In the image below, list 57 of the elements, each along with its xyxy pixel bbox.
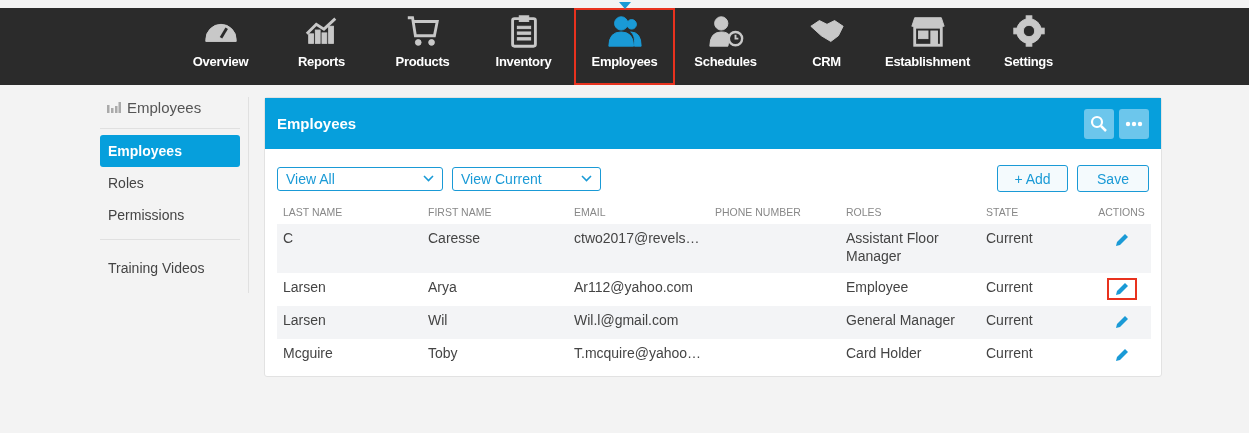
table-cell: ctwo2017@revels…: [574, 230, 700, 246]
table-cell: Employee: [846, 279, 909, 295]
table-cell: Arya: [428, 279, 457, 295]
pencil-icon: [1113, 281, 1130, 297]
table-cell: Toby: [428, 345, 458, 361]
table-cell: Wil.l@gmail.com: [574, 312, 679, 328]
table-cell: Mcguire: [283, 345, 333, 361]
column-header: LAST NAME: [283, 206, 343, 218]
table-cell: General Manager: [846, 312, 955, 328]
sidebar-item[interactable]: Permissions: [100, 199, 240, 231]
table-cell: Larsen: [283, 279, 326, 295]
table-cell: Assistant Floor Manager: [846, 230, 939, 264]
more-icon: [1125, 120, 1143, 127]
pencil-icon: [1113, 347, 1130, 363]
panel-title: Employees: [277, 115, 358, 132]
table-cell: Larsen: [283, 312, 326, 328]
nav-tab[interactable]: Reports: [271, 8, 372, 85]
chevron-down-icon: [581, 175, 592, 182]
table-cell: Current: [986, 345, 1033, 361]
people-icon: [605, 14, 644, 48]
nav-tab[interactable]: Inventory: [473, 8, 574, 85]
table-cell: Ar112@yahoo.com: [574, 279, 693, 295]
nav-tab[interactable]: Schedules: [675, 8, 776, 85]
column-header: ROLES: [846, 206, 882, 218]
more-button[interactable]: [1119, 108, 1149, 139]
bar-chart-icon: [107, 102, 121, 113]
column-header: ACTIONS: [1098, 206, 1145, 218]
nav-tab[interactable]: Employees: [574, 8, 675, 85]
search-icon: [1090, 114, 1108, 133]
pencil-icon: [1113, 232, 1130, 248]
table-cell: T.mcquire@yahoo…: [574, 345, 702, 361]
nav-tab[interactable]: Overview: [170, 8, 271, 85]
chevron-down-icon: [423, 175, 434, 182]
column-header: FIRST NAME: [428, 206, 492, 218]
table-cell: Caresse: [428, 230, 481, 246]
search-button[interactable]: [1084, 108, 1114, 139]
table-cell: Current: [986, 312, 1033, 328]
pencil-icon: [1113, 314, 1130, 330]
column-header: EMAIL: [574, 206, 606, 218]
sidebar-item[interactable]: Roles: [100, 167, 240, 199]
clock-icon: [706, 14, 745, 48]
store-icon: [908, 14, 947, 48]
column-header: PHONE NUMBER: [715, 206, 801, 218]
column-header: STATE: [986, 206, 1019, 218]
nav-tab[interactable]: Establishment: [877, 8, 978, 85]
sidebar-title: Employees: [127, 99, 202, 116]
table-cell: Wil: [428, 312, 448, 328]
table-cell: Current: [986, 230, 1033, 246]
table-cell: Current: [986, 279, 1033, 295]
nav-tab[interactable]: Products: [372, 8, 473, 85]
edit-button[interactable]: [1106, 278, 1137, 300]
sidebar-item[interactable]: Training Videos: [100, 252, 240, 284]
pointer-icon: [619, 2, 631, 9]
table-cell: C: [283, 230, 294, 246]
nav-tab[interactable]: Settings: [978, 8, 1079, 85]
table-cell: Card Holder: [846, 345, 922, 361]
nav-tab[interactable]: CRM: [776, 8, 877, 85]
